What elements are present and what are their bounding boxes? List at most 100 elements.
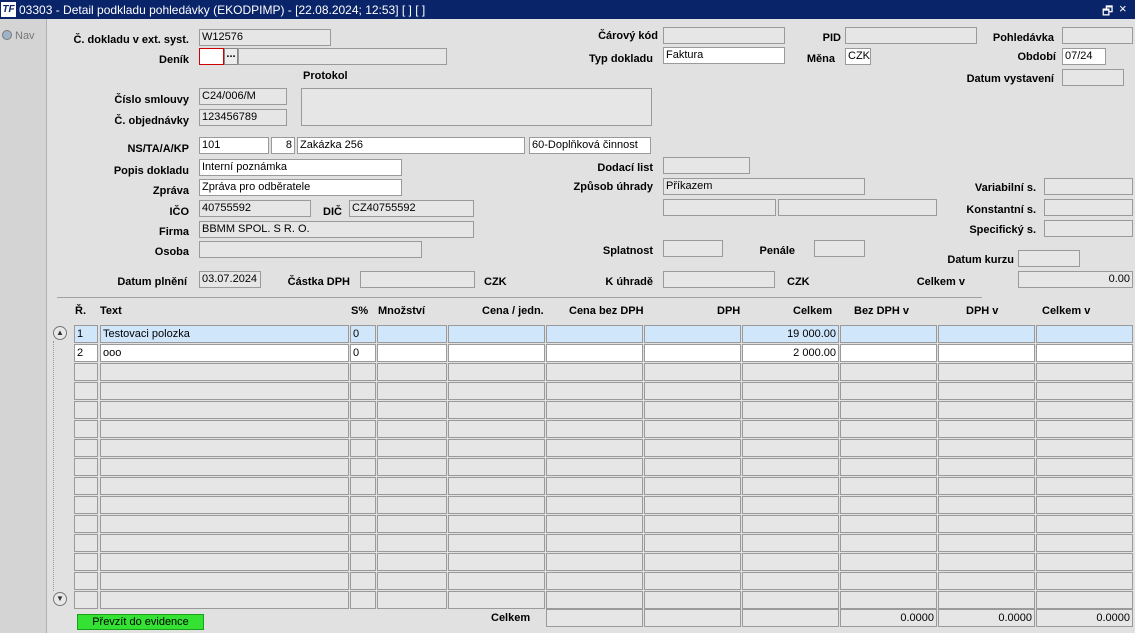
table-cell-celkem[interactable] — [742, 572, 839, 590]
table-cell-dph_v[interactable] — [938, 515, 1035, 533]
table-cell-cena_jedn[interactable] — [448, 591, 545, 609]
table-cell-bez_dph_v[interactable] — [840, 401, 937, 419]
table-cell-celkem[interactable] — [742, 553, 839, 571]
table-cell-cena_bez[interactable] — [546, 515, 643, 533]
table-cell-cena_bez[interactable] — [546, 591, 643, 609]
table-cell-s[interactable] — [350, 553, 376, 571]
table-cell-mnozstvi[interactable] — [377, 344, 447, 362]
table-cell-cena_bez[interactable] — [546, 496, 643, 514]
table-cell-celkem_v[interactable] — [1036, 344, 1133, 362]
table-cell-dph_v[interactable] — [938, 401, 1035, 419]
table-cell-text[interactable]: ooo — [100, 344, 349, 362]
table-cell-bez_dph_v[interactable] — [840, 325, 937, 343]
datum-vystaveni-field[interactable] — [1062, 69, 1124, 86]
table-cell-dph[interactable] — [644, 344, 741, 362]
dodaci-list-field[interactable] — [663, 157, 750, 174]
table-cell-cena_jedn[interactable] — [448, 458, 545, 476]
table-cell-s[interactable] — [350, 515, 376, 533]
zpusob-uhrady-field[interactable]: Příkazem — [663, 178, 865, 195]
obdobi-field[interactable]: 07/24 — [1062, 48, 1106, 65]
doklad-ext-field[interactable]: W12576 — [199, 29, 331, 46]
table-cell-n[interactable] — [74, 382, 98, 400]
table-cell-text[interactable] — [100, 477, 349, 495]
table-cell-celkem[interactable] — [742, 401, 839, 419]
table-cell-cena_jedn[interactable] — [448, 553, 545, 571]
denik-field[interactable] — [199, 48, 224, 65]
table-cell-dph[interactable] — [644, 325, 741, 343]
table-cell-celkem_v[interactable] — [1036, 382, 1133, 400]
denik-lookup-button[interactable]: ... — [224, 48, 238, 65]
firma-field[interactable]: BBMM SPOL. S R. O. — [199, 221, 474, 238]
table-cell-celkem_v[interactable] — [1036, 572, 1133, 590]
table-cell-celkem_v[interactable] — [1036, 363, 1133, 381]
table-cell-mnozstvi[interactable] — [377, 325, 447, 343]
penale-field[interactable] — [814, 240, 865, 257]
table-cell-mnozstvi[interactable] — [377, 382, 447, 400]
table-cell-bez_dph_v[interactable] — [840, 420, 937, 438]
bank-field-1[interactable] — [663, 199, 776, 216]
table-cell-dph_v[interactable] — [938, 591, 1035, 609]
table-cell-dph[interactable] — [644, 553, 741, 571]
table-cell-bez_dph_v[interactable] — [840, 553, 937, 571]
table-cell-text[interactable] — [100, 382, 349, 400]
table-cell-n[interactable] — [74, 534, 98, 552]
table-cell-cena_jedn[interactable] — [448, 572, 545, 590]
table-cell-text[interactable]: Testovaci polozka — [100, 325, 349, 343]
table-cell-n[interactable] — [74, 553, 98, 571]
table-cell-cena_bez[interactable] — [546, 363, 643, 381]
table-cell-dph_v[interactable] — [938, 420, 1035, 438]
table-cell-celkem_v[interactable] — [1036, 515, 1133, 533]
table-cell-cena_jedn[interactable] — [448, 325, 545, 343]
nav-toggle[interactable]: Nav — [2, 30, 35, 42]
table-cell-dph_v[interactable] — [938, 344, 1035, 362]
k-uhrade-field[interactable] — [663, 271, 775, 288]
table-cell-bez_dph_v[interactable] — [840, 363, 937, 381]
table-cell-s[interactable] — [350, 591, 376, 609]
table-cell-cena_bez[interactable] — [546, 439, 643, 457]
table-cell-celkem[interactable] — [742, 363, 839, 381]
table-cell-cena_jedn[interactable] — [448, 439, 545, 457]
mena-field[interactable]: CZK — [845, 48, 871, 65]
table-cell-mnozstvi[interactable] — [377, 572, 447, 590]
table-cell-n[interactable] — [74, 591, 98, 609]
table-cell-text[interactable] — [100, 458, 349, 476]
table-cell-celkem_v[interactable] — [1036, 591, 1133, 609]
table-cell-cena_jedn[interactable] — [448, 420, 545, 438]
table-cell-dph[interactable] — [644, 458, 741, 476]
table-cell-s[interactable] — [350, 458, 376, 476]
table-cell-celkem_v[interactable] — [1036, 553, 1133, 571]
table-cell-cena_bez[interactable] — [546, 553, 643, 571]
table-cell-celkem[interactable] — [742, 458, 839, 476]
castka-dph-field[interactable] — [360, 271, 475, 288]
table-cell-dph_v[interactable] — [938, 534, 1035, 552]
table-cell-n[interactable] — [74, 572, 98, 590]
table-cell-n[interactable]: 1 — [74, 325, 98, 343]
table-cell-s[interactable] — [350, 496, 376, 514]
scroll-up-button[interactable]: ▲ — [53, 326, 67, 340]
ns-field[interactable]: 101 — [199, 137, 269, 154]
table-cell-cena_bez[interactable] — [546, 401, 643, 419]
table-cell-mnozstvi[interactable] — [377, 496, 447, 514]
datum-plneni-field[interactable]: 03.07.2024 — [199, 271, 261, 288]
zakazka-field[interactable]: Zakázka 256 — [297, 137, 525, 154]
popis-field[interactable]: Interní poznámka — [199, 159, 402, 176]
table-cell-bez_dph_v[interactable] — [840, 344, 937, 362]
table-cell-dph_v[interactable] — [938, 572, 1035, 590]
table-cell-dph[interactable] — [644, 477, 741, 495]
splatnost-field[interactable] — [663, 240, 723, 257]
table-cell-mnozstvi[interactable] — [377, 420, 447, 438]
table-cell-cena_bez[interactable] — [546, 325, 643, 343]
table-cell-celkem_v[interactable] — [1036, 496, 1133, 514]
table-cell-celkem[interactable] — [742, 496, 839, 514]
table-cell-cena_jedn[interactable] — [448, 534, 545, 552]
table-cell-n[interactable] — [74, 439, 98, 457]
table-cell-celkem[interactable]: 19 000.00 — [742, 325, 839, 343]
table-cell-dph[interactable] — [644, 591, 741, 609]
table-cell-cena_jedn[interactable] — [448, 496, 545, 514]
typ-dokladu-field[interactable]: Faktura — [663, 47, 785, 64]
table-cell-bez_dph_v[interactable] — [840, 515, 937, 533]
table-cell-mnozstvi[interactable] — [377, 477, 447, 495]
table-cell-celkem_v[interactable] — [1036, 420, 1133, 438]
table-cell-n[interactable] — [74, 363, 98, 381]
table-cell-text[interactable] — [100, 496, 349, 514]
